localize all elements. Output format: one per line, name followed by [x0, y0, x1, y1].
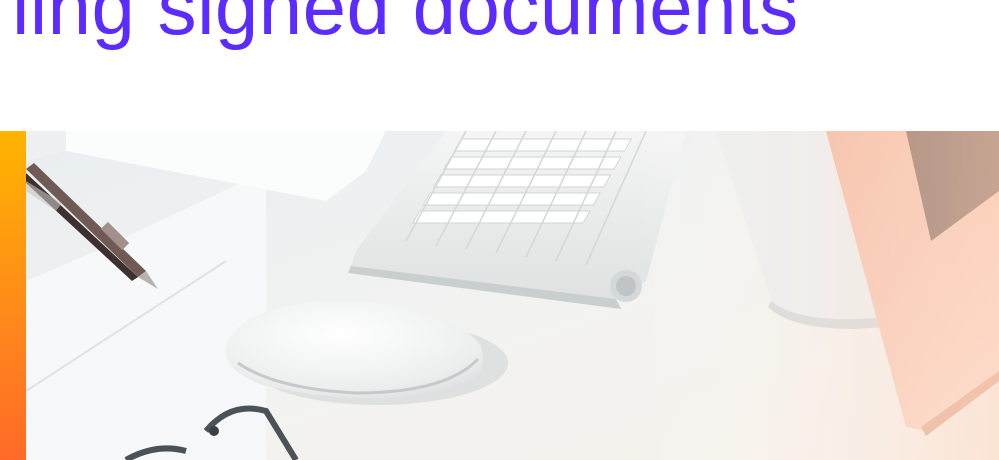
- hero-section: ling signed documents: [0, 0, 999, 460]
- hero-headline: ling signed documents: [12, 0, 799, 51]
- accent-bar: [0, 131, 26, 460]
- hero-photo: [26, 131, 999, 460]
